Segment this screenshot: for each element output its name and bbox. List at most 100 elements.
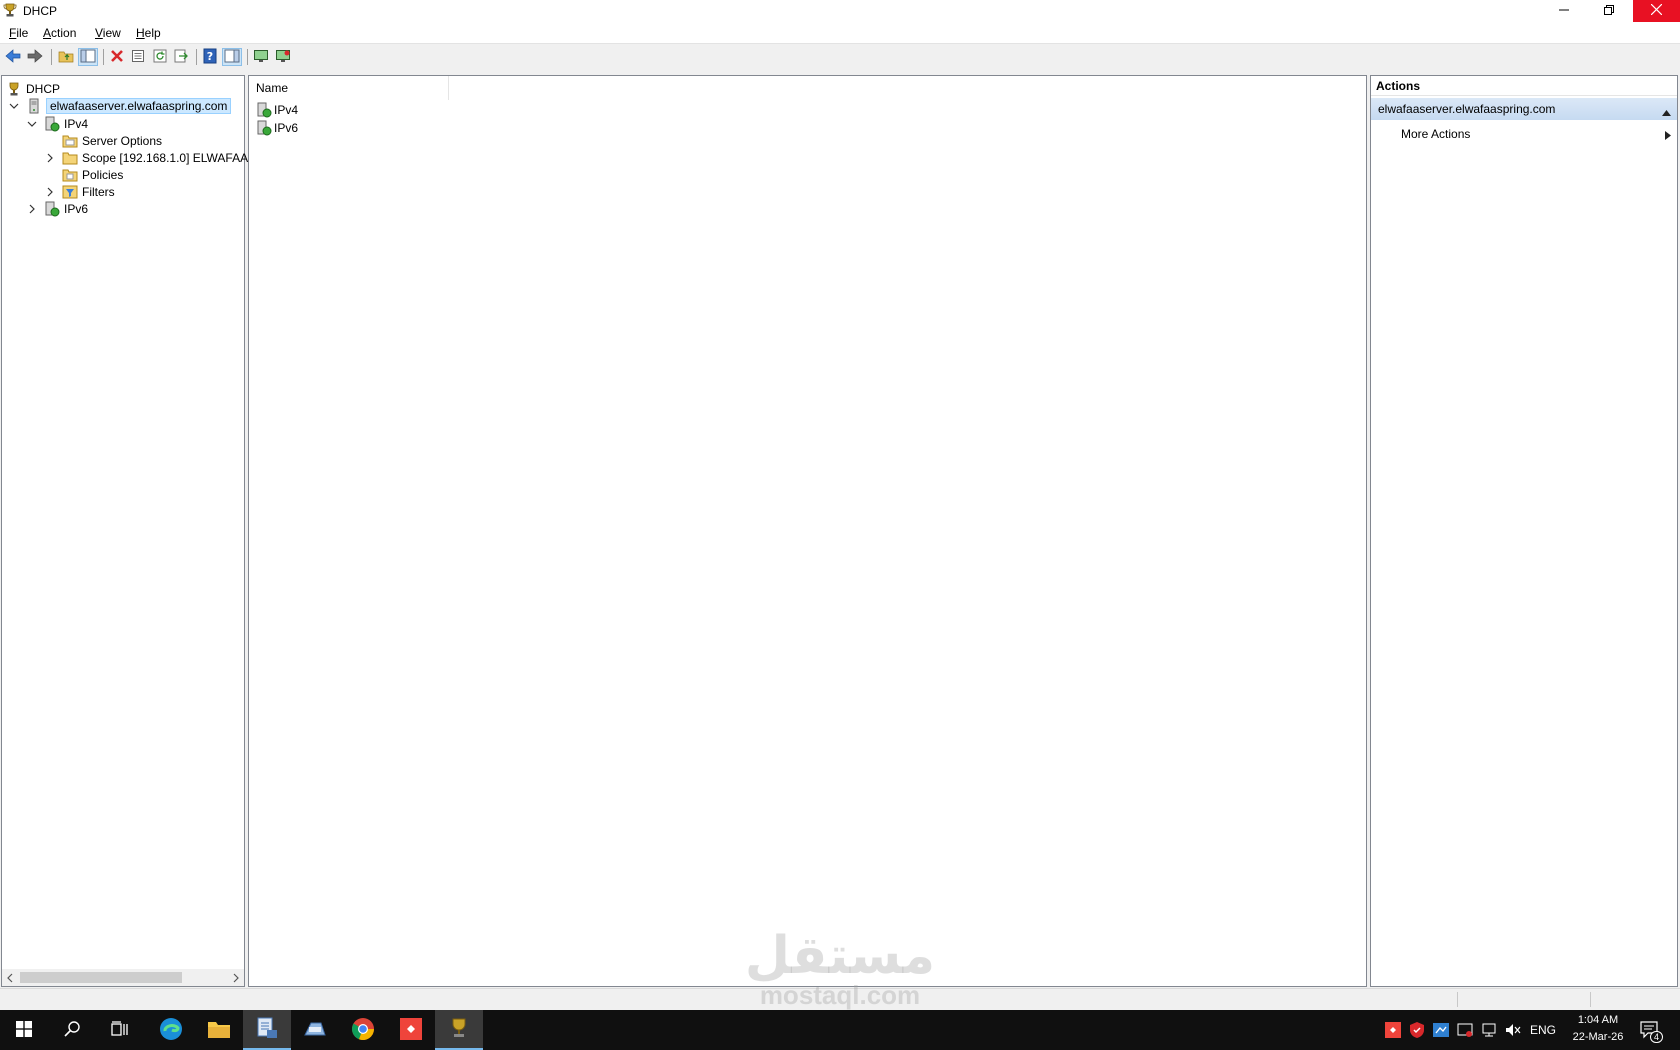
results-list-pane[interactable]: Name IPv4 IPv6 <box>248 75 1367 987</box>
submenu-arrow-icon <box>1665 129 1671 143</box>
refresh-icon <box>153 49 167 66</box>
up-one-level-button[interactable] <box>56 48 76 66</box>
minimize-button[interactable] <box>1541 0 1586 22</box>
chevron-right-icon[interactable] <box>44 152 56 164</box>
taskbar-anydesk[interactable] <box>387 1010 435 1050</box>
actions-group-server[interactable]: elwafaaserver.elwafaaspring.com <box>1371 98 1677 120</box>
screen-tray-icon[interactable] <box>1433 1022 1449 1041</box>
taskbar-dhcp[interactable] <box>435 1010 483 1050</box>
volume-muted-icon[interactable] <box>1505 1022 1521 1041</box>
authorize-server-button[interactable] <box>273 48 293 66</box>
display-statistics-button[interactable] <box>251 48 271 66</box>
security-shield-icon[interactable] <box>1409 1022 1425 1041</box>
tree-label-scope: Scope [192.168.1.0] ELWAFAAS <box>82 151 257 165</box>
tree-node-ipv6[interactable]: IPv6 <box>26 200 88 218</box>
status-divider <box>1590 992 1591 1007</box>
taskbar-file-explorer[interactable] <box>195 1010 243 1050</box>
more-actions-item[interactable]: More Actions <box>1401 127 1671 141</box>
column-header-name-label: Name <box>256 81 289 95</box>
column-header-name[interactable]: Name <box>249 76 449 100</box>
close-icon <box>1650 3 1663 18</box>
anydesk-tray-icon[interactable] <box>1385 1022 1401 1041</box>
watermark: مستقل mostaql.com <box>720 930 960 1008</box>
tree-label-server-options: Server Options <box>82 134 163 148</box>
windows-start-icon <box>16 1020 32 1040</box>
menu-view[interactable]: View <box>95 26 121 40</box>
menu-bar: File Action View Help <box>0 22 1680 44</box>
menu-file[interactable]: File <box>9 26 28 40</box>
chevron-down-icon[interactable] <box>8 100 20 112</box>
taskbar-search[interactable] <box>48 1010 96 1050</box>
tree-label-dhcp: DHCP <box>26 82 61 96</box>
close-button[interactable] <box>1633 0 1680 22</box>
network-tray-icon[interactable] <box>1481 1022 1497 1041</box>
policies-folder-icon <box>62 167 78 183</box>
tree-label-ipv6: IPv6 <box>64 202 89 216</box>
dhcp-icon <box>447 1016 471 1043</box>
tree-node-server-options[interactable]: Server Options <box>62 132 162 150</box>
menu-view-mnemonic: V <box>95 26 103 40</box>
remote-tray-icon[interactable] <box>1457 1022 1473 1041</box>
toolbar: ? <box>0 45 1680 69</box>
show-hide-action-pane-icon <box>224 49 240 66</box>
menu-help[interactable]: Help <box>136 26 161 40</box>
tree-node-scope[interactable]: Scope [192.168.1.0] ELWAFAAS <box>44 149 256 167</box>
tree-node-policies[interactable]: Policies <box>62 166 123 184</box>
authorize-server-icon <box>275 49 291 66</box>
file-explorer-icon <box>207 1019 231 1042</box>
menu-help-label: elp <box>144 26 161 40</box>
taskbar: ENG 1:04 AM 22-Mar-26 4 <box>0 1010 1680 1050</box>
back-button[interactable] <box>3 48 23 66</box>
clock-time[interactable]: 1:04 AM <box>1572 1014 1624 1026</box>
list-item-ipv4[interactable]: IPv4 <box>256 101 298 119</box>
server-icon <box>26 98 42 114</box>
monitor-icon <box>253 49 269 66</box>
help-button[interactable]: ? <box>200 48 220 66</box>
console-tree-pane[interactable]: DHCP elwafaaserver.elwafaaspring.com IPv… <box>1 75 256 987</box>
task-view-icon <box>111 1020 129 1040</box>
tree-node-filters[interactable]: Filters <box>44 183 115 201</box>
restore-button[interactable] <box>1586 0 1631 22</box>
tree-node-ipv4[interactable]: IPv4 <box>26 115 88 133</box>
taskbar-chrome[interactable] <box>339 1010 387 1050</box>
search-icon <box>63 1020 81 1041</box>
tree-label-filters: Filters <box>82 185 115 199</box>
menu-file-label: ile <box>16 26 29 40</box>
tree-label-policies: Policies <box>82 168 124 182</box>
start-button[interactable] <box>0 1010 48 1050</box>
scroll-right-icon[interactable] <box>232 972 240 986</box>
taskbar-task-view[interactable] <box>96 1010 144 1050</box>
forward-arrow-icon <box>27 48 43 66</box>
chevron-right-icon[interactable] <box>44 186 56 198</box>
chevron-down-icon[interactable] <box>26 118 38 130</box>
list-item-ipv6[interactable]: IPv6 <box>256 119 298 137</box>
tree-node-dhcp[interactable]: DHCP <box>6 80 60 98</box>
menu-action[interactable]: Action <box>43 26 76 40</box>
scroll-left-icon[interactable] <box>6 972 14 986</box>
menu-view-label: iew <box>102 26 121 40</box>
taskbar-server-manager[interactable] <box>243 1010 291 1050</box>
scrollbar-thumb[interactable] <box>20 972 182 983</box>
properties-button[interactable] <box>128 48 148 66</box>
ipv4-icon <box>256 102 272 118</box>
input-language-indicator[interactable]: ENG <box>1530 1023 1556 1037</box>
delete-button[interactable] <box>107 48 127 66</box>
show-hide-action-pane-button[interactable] <box>222 48 242 66</box>
back-arrow-icon <box>5 48 21 66</box>
refresh-button[interactable] <box>150 48 170 66</box>
taskbar-edge[interactable] <box>147 1010 195 1050</box>
chevron-right-icon[interactable] <box>26 203 38 215</box>
collapse-up-icon[interactable] <box>1662 105 1671 119</box>
menu-help-mnemonic: H <box>136 26 145 40</box>
edge-icon <box>159 1017 183 1044</box>
forward-button[interactable] <box>25 48 45 66</box>
tree-node-server[interactable]: elwafaaserver.elwafaaspring.com <box>8 97 232 115</box>
tree-horizontal-scrollbar[interactable] <box>2 969 244 986</box>
dhcp-trophy-icon <box>6 81 22 97</box>
ipv6-icon <box>256 120 272 136</box>
taskbar-network-app[interactable] <box>291 1010 339 1050</box>
show-hide-tree-button[interactable] <box>78 48 98 66</box>
status-divider <box>1457 992 1458 1007</box>
export-list-button[interactable] <box>171 48 191 66</box>
clock-date[interactable]: 22-Mar-26 <box>1566 1031 1630 1043</box>
